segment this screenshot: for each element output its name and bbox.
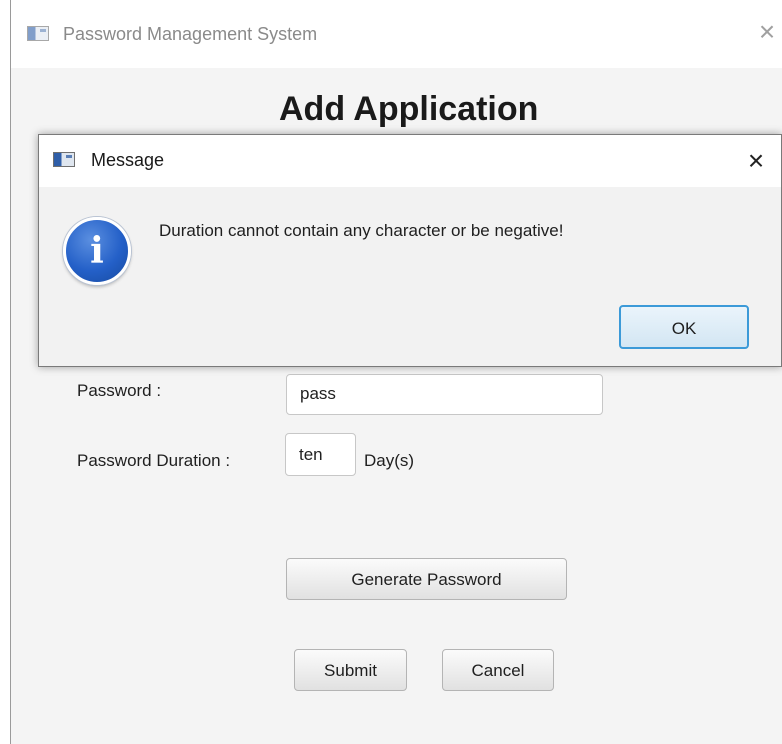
info-icon: i (63, 217, 131, 285)
main-close-icon[interactable]: × (752, 14, 782, 50)
dialog-title: Message (91, 150, 165, 170)
dialog-close-icon[interactable]: × (741, 143, 771, 179)
message-dialog: Message × i Duration cannot contain any … (38, 134, 782, 367)
password-duration-field[interactable]: ten (285, 433, 356, 476)
duration-unit-label: Day(s) (364, 451, 415, 470)
main-titlebar[interactable]: Password Management System × (11, 0, 782, 68)
ok-button[interactable]: OK (619, 305, 749, 349)
app-window-icon (27, 26, 49, 41)
dialog-window-icon (53, 152, 75, 167)
dialog-message: Duration cannot contain any character or… (159, 221, 564, 240)
page-title: Add Application (279, 90, 539, 128)
password-duration-label: Password Duration : (77, 451, 231, 470)
main-window-title: Password Management System (63, 24, 318, 44)
submit-button[interactable]: Submit (294, 649, 407, 691)
password-field[interactable]: pass (286, 374, 603, 415)
main-window: Password Management System × Add Applica… (10, 0, 782, 744)
generate-password-button[interactable]: Generate Password (286, 558, 567, 600)
password-label: Password : (77, 381, 162, 400)
dialog-titlebar[interactable]: Message × (39, 135, 781, 187)
cancel-button[interactable]: Cancel (442, 649, 554, 691)
